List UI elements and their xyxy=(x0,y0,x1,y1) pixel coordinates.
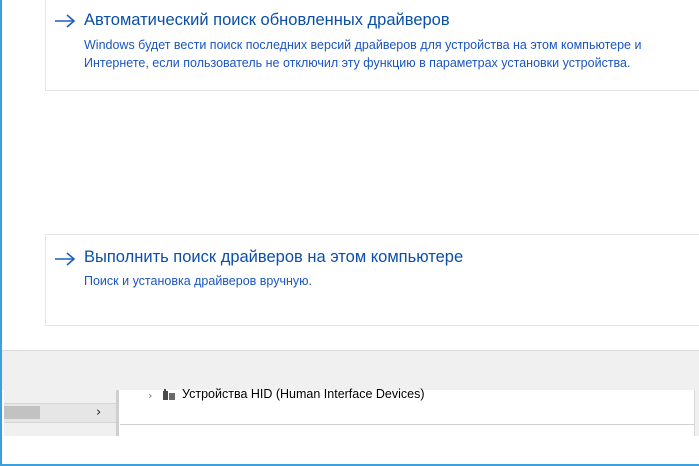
auto-search-option[interactable]: Автоматический поиск обновленных драйвер… xyxy=(45,0,699,91)
browse-computer-title: Выполнить поиск драйверов на этом компью… xyxy=(84,248,464,266)
vertical-scrollbar[interactable] xyxy=(694,390,699,436)
browse-computer-option[interactable]: Выполнить поиск драйверов на этом компью… xyxy=(45,234,699,326)
browse-computer-description: Поиск и установка драйверов вручную. xyxy=(84,274,312,288)
hid-device-icon xyxy=(163,389,175,400)
tree-bottom-border xyxy=(120,424,695,425)
arrow-right-icon xyxy=(55,14,76,28)
screenshot-frame: Автоматический поиск обновленных драйвер… xyxy=(0,0,699,466)
expand-chevron-icon[interactable]: › xyxy=(148,389,152,402)
arrow-right-icon xyxy=(55,252,76,266)
dialog-footer xyxy=(2,350,699,391)
auto-search-description-line2: Интернете, если пользователь не отключил… xyxy=(84,56,631,70)
scroll-right-icon[interactable]: › xyxy=(96,405,101,421)
auto-search-description-line1: Windows будет вести поиск последних верс… xyxy=(84,38,642,52)
device-manager-window: › › Устройства HID (Human Interface Devi… xyxy=(2,387,699,464)
tree-item-hid-devices[interactable]: › Устройства HID (Human Interface Device… xyxy=(120,387,690,405)
status-strip xyxy=(2,436,699,464)
auto-search-title: Автоматический поиск обновленных драйвер… xyxy=(84,11,450,29)
tree-item-label: Устройства HID (Human Interface Devices) xyxy=(182,387,425,401)
auto-search-description: Windows будет вести поиск последних верс… xyxy=(84,36,641,72)
update-drivers-dialog: Автоматический поиск обновленных драйвер… xyxy=(2,0,699,350)
scrollbar-thumb[interactable] xyxy=(4,406,40,419)
pane-divider[interactable] xyxy=(116,390,119,436)
horizontal-scrollbar[interactable]: › xyxy=(4,403,116,423)
